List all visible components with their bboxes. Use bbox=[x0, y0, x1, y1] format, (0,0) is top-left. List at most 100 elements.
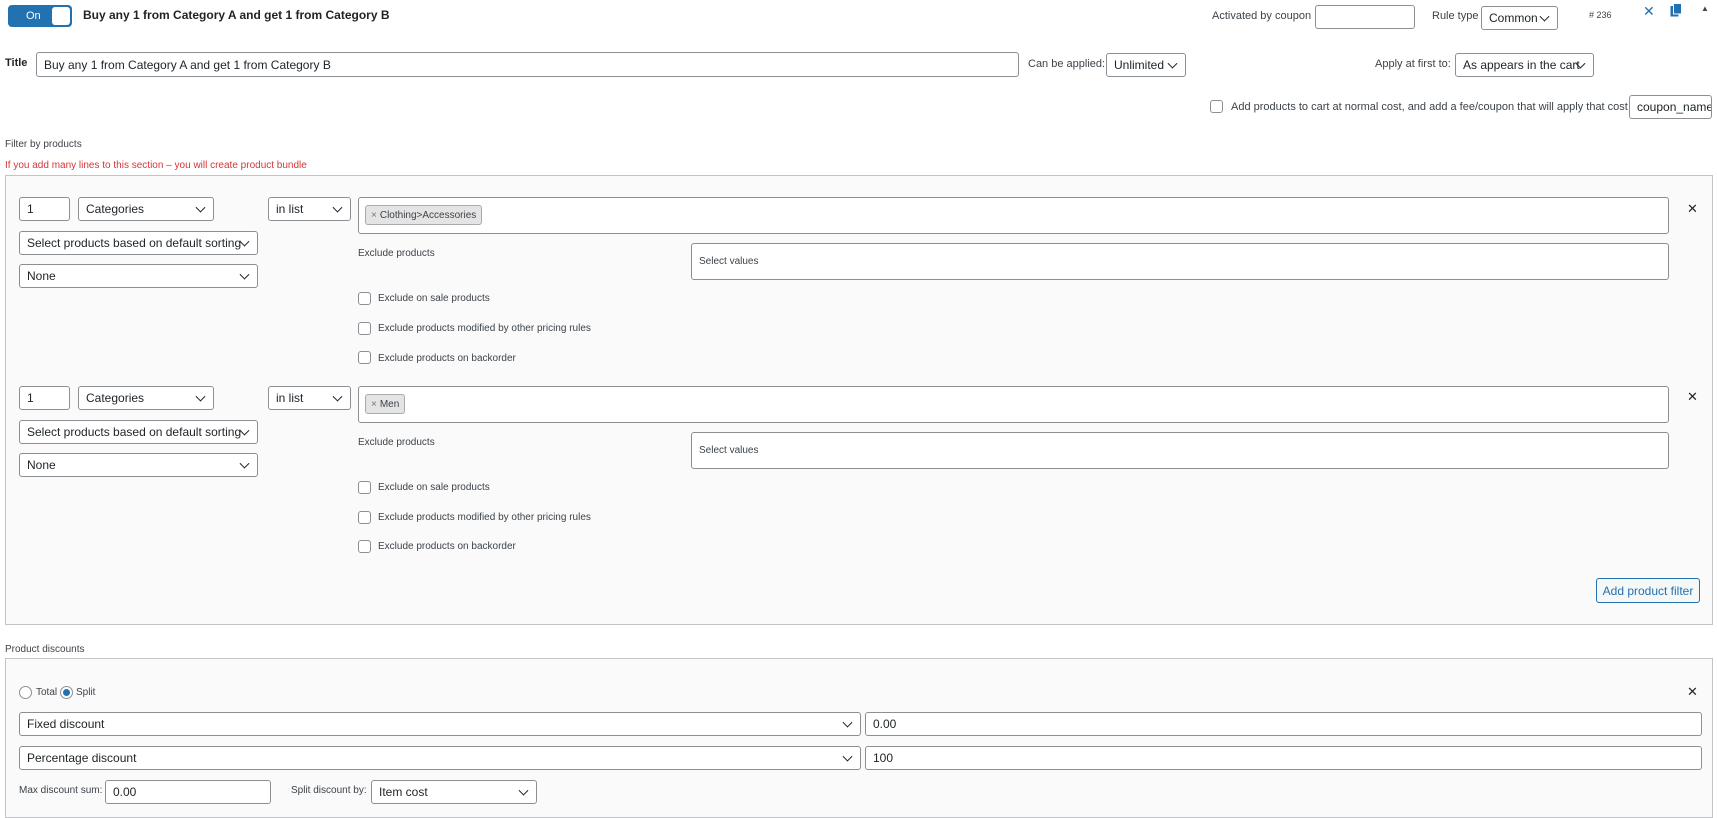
apply-at-first-label: Apply at first to: bbox=[1375, 58, 1451, 70]
add-product-filter-button[interactable]: Add product filter bbox=[1596, 578, 1700, 603]
rule-id: # 236 bbox=[1589, 10, 1612, 20]
discounts-panel: Total Split ✕ Fixed discount 0.00 Percen… bbox=[5, 658, 1713, 818]
rule-heading: Buy any 1 from Category A and get 1 from… bbox=[83, 8, 390, 22]
exclude-modified-checkbox[interactable] bbox=[358, 511, 371, 524]
exclude-backorder-checkbox[interactable] bbox=[358, 351, 371, 364]
collapse-icon[interactable]: ▲ bbox=[1701, 4, 1709, 13]
filter-qty-input[interactable]: 1 bbox=[19, 386, 70, 410]
rule-type-value: Common bbox=[1489, 11, 1538, 25]
title-input[interactable]: Buy any 1 from Category A and get 1 from… bbox=[36, 52, 1019, 77]
percentage-discount-select[interactable]: Percentage discount bbox=[19, 746, 861, 770]
exclude-backorder-label: Exclude products on backorder bbox=[378, 541, 516, 552]
remove-tag-icon[interactable]: × bbox=[371, 210, 377, 221]
filter-section-heading: Filter by products bbox=[5, 139, 82, 150]
copy-icon[interactable] bbox=[1670, 3, 1682, 17]
close-rule-icon[interactable]: ✕ bbox=[1643, 3, 1655, 20]
limit-value: None bbox=[27, 458, 56, 472]
exclude-backorder-checkbox[interactable] bbox=[358, 540, 371, 553]
filter-qty-input[interactable]: 1 bbox=[19, 197, 70, 221]
sorting-value: Select products based on default sorting bbox=[27, 236, 242, 250]
chevron-down-icon bbox=[195, 391, 206, 402]
filter-type-value: Categories bbox=[86, 391, 145, 405]
filter-tag-label: Clothing>Accessories bbox=[379, 209, 477, 221]
remove-filter-icon[interactable]: ✕ bbox=[1687, 390, 1698, 403]
filter-type-select[interactable]: Categories bbox=[78, 197, 214, 221]
split-discount-by-select[interactable]: Item cost bbox=[371, 780, 537, 804]
total-label: Total bbox=[36, 687, 58, 698]
remove-tag-icon[interactable]: × bbox=[371, 399, 377, 410]
split-discount-by-label: Split discount by: bbox=[291, 785, 367, 796]
exclude-sale-label: Exclude on sale products bbox=[378, 482, 490, 493]
split-discount-by-value: Item cost bbox=[379, 785, 428, 799]
exclude-sale-checkbox[interactable] bbox=[358, 481, 371, 494]
chevron-down-icon bbox=[842, 717, 853, 728]
filter-type-value: Categories bbox=[86, 202, 145, 216]
exclude-products-input[interactable]: Select values bbox=[691, 243, 1669, 280]
filter-values-box[interactable]: × Men bbox=[358, 386, 1669, 423]
filter-method-value: in list bbox=[276, 391, 304, 405]
exclude-products-label: Exclude products bbox=[358, 248, 435, 259]
percentage-discount-input[interactable]: 100 bbox=[865, 746, 1702, 770]
fee-coupon-label: Add products to cart at normal cost, and… bbox=[1231, 101, 1628, 113]
rule-type-select[interactable]: Common bbox=[1481, 6, 1558, 30]
split-label: Split bbox=[76, 687, 96, 698]
toggle-label: On bbox=[26, 10, 41, 22]
chevron-down-icon bbox=[195, 202, 206, 213]
filter-method-value: in list bbox=[276, 202, 304, 216]
can-be-applied-value: Unlimited bbox=[1114, 58, 1165, 72]
can-be-applied-select[interactable]: Unlimited bbox=[1106, 53, 1186, 77]
can-be-applied-label: Can be applied: bbox=[1028, 58, 1106, 70]
filter-values-box[interactable]: × Clothing>Accessories bbox=[358, 197, 1669, 234]
filter-tag[interactable]: × Men bbox=[365, 394, 406, 414]
chevron-down-icon bbox=[1167, 58, 1178, 69]
activated-by-coupon-input[interactable] bbox=[1315, 5, 1415, 29]
split-radio[interactable] bbox=[60, 686, 73, 699]
filter-panel: 1 Categories in list × Clothing>Accessor… bbox=[5, 175, 1713, 625]
sorting-select[interactable]: Select products based on default sorting bbox=[19, 231, 258, 255]
chevron-down-icon bbox=[518, 785, 529, 796]
filter-tag[interactable]: × Clothing>Accessories bbox=[365, 205, 483, 225]
apply-at-first-value: As appears in the cart bbox=[1463, 58, 1580, 72]
chevron-down-icon bbox=[332, 391, 343, 402]
total-radio[interactable] bbox=[19, 686, 32, 699]
rule-type-label: Rule type bbox=[1432, 10, 1479, 22]
chevron-down-icon bbox=[1539, 11, 1550, 22]
rule-toggle[interactable]: On bbox=[8, 5, 72, 27]
filter-method-select[interactable]: in list bbox=[268, 386, 351, 410]
exclude-backorder-label: Exclude products on backorder bbox=[378, 353, 516, 364]
discounts-heading: Product discounts bbox=[5, 644, 85, 655]
apply-at-first-select[interactable]: As appears in the cart bbox=[1455, 53, 1594, 77]
sorting-select[interactable]: Select products based on default sorting bbox=[19, 420, 258, 444]
fee-coupon-checkbox[interactable] bbox=[1210, 100, 1223, 113]
exclude-sale-label: Exclude on sale products bbox=[378, 293, 490, 304]
sorting-value: Select products based on default sorting bbox=[27, 425, 242, 439]
exclude-modified-checkbox[interactable] bbox=[358, 322, 371, 335]
coupon-name-input[interactable]: coupon_name bbox=[1629, 95, 1712, 119]
percentage-discount-label: Percentage discount bbox=[27, 751, 137, 765]
remove-discount-icon[interactable]: ✕ bbox=[1687, 685, 1698, 698]
chevron-down-icon bbox=[239, 458, 250, 469]
filter-tag-label: Men bbox=[379, 398, 400, 410]
filter-type-select[interactable]: Categories bbox=[78, 386, 214, 410]
exclude-products-label: Exclude products bbox=[358, 437, 435, 448]
limit-select[interactable]: None bbox=[19, 264, 258, 288]
fixed-discount-label: Fixed discount bbox=[27, 717, 105, 731]
limit-value: None bbox=[27, 269, 56, 283]
toggle-knob bbox=[52, 7, 70, 25]
exclude-modified-label: Exclude products modified by other prici… bbox=[378, 512, 591, 523]
exclude-products-input[interactable]: Select values bbox=[691, 432, 1669, 469]
activated-by-coupon-label: Activated by coupon bbox=[1212, 10, 1312, 22]
remove-filter-icon[interactable]: ✕ bbox=[1687, 202, 1698, 215]
filter-method-select[interactable]: in list bbox=[268, 197, 351, 221]
fixed-discount-select[interactable]: Fixed discount bbox=[19, 712, 861, 736]
limit-select[interactable]: None bbox=[19, 453, 258, 477]
fixed-discount-input[interactable]: 0.00 bbox=[865, 712, 1702, 736]
title-label: Title bbox=[5, 57, 28, 69]
chevron-down-icon bbox=[842, 751, 853, 762]
exclude-sale-checkbox[interactable] bbox=[358, 292, 371, 305]
chevron-down-icon bbox=[332, 202, 343, 213]
chevron-down-icon bbox=[239, 269, 250, 280]
bundle-warning: If you add many lines to this section – … bbox=[5, 160, 307, 171]
max-discount-sum-input[interactable]: 0.00 bbox=[105, 780, 271, 804]
exclude-modified-label: Exclude products modified by other prici… bbox=[378, 323, 591, 334]
